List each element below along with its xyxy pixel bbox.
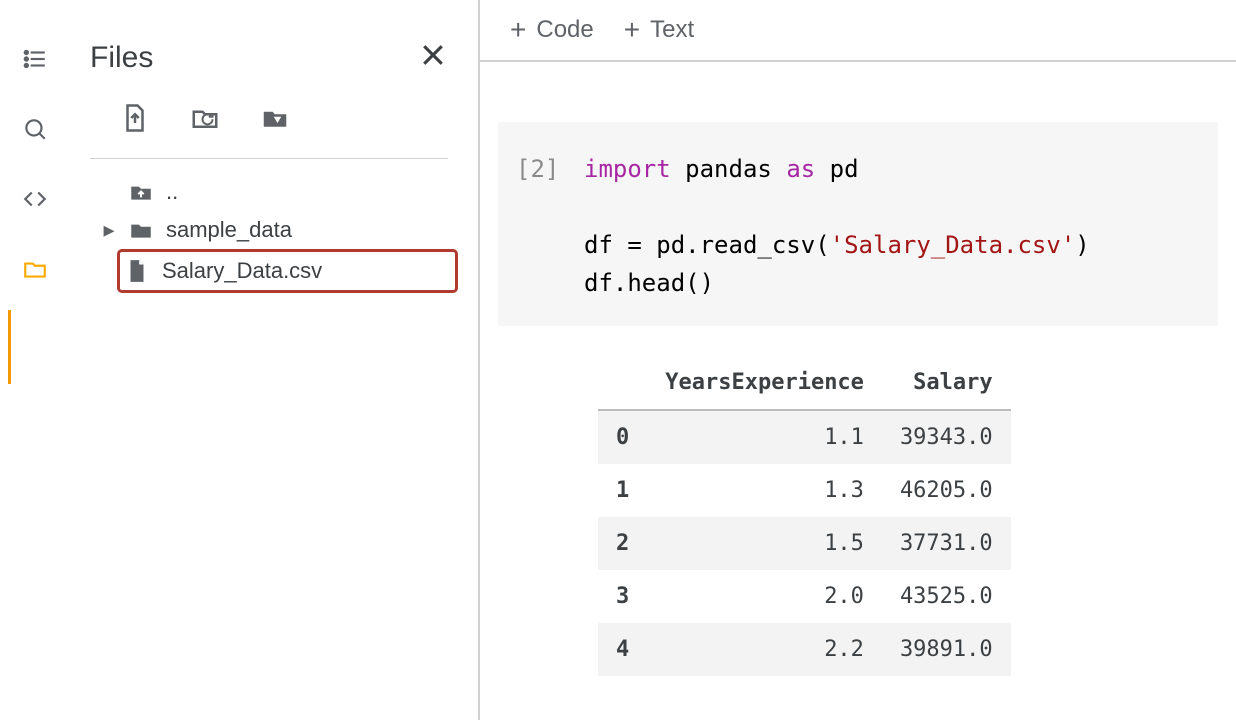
files-toolbar — [90, 103, 448, 159]
cell-value: 39343.0 — [882, 410, 1011, 464]
tree-folder-sample-data[interactable]: ▸ sample_data — [98, 211, 458, 249]
code-content: import pandas as pd df = pd.read_csv('Sa… — [584, 150, 1090, 302]
files-panel-title: Files — [90, 41, 153, 75]
file-icon — [124, 258, 150, 284]
table-row: 4 2.2 39891.0 — [598, 623, 1011, 676]
tree-label: sample_data — [166, 217, 292, 243]
tree-parent-dir[interactable]: .. — [98, 173, 458, 211]
left-rail — [0, 0, 70, 720]
table-header: Salary — [882, 356, 1011, 410]
row-index: 1 — [598, 464, 647, 517]
add-text-cell-button[interactable]: + Text — [624, 14, 694, 46]
tree-label: .. — [166, 179, 178, 205]
file-tree: .. ▸ sample_data Salary_Data.csv — [80, 173, 458, 293]
notebook-main: + Code + Text [2] import pandas as pd df… — [480, 0, 1236, 720]
table-row: 1 1.3 46205.0 — [598, 464, 1011, 517]
cell-value: 2.0 — [647, 570, 882, 623]
insert-toolbar: + Code + Text — [480, 0, 1236, 62]
folder-icon — [128, 217, 154, 243]
table-row: 0 1.1 39343.0 — [598, 410, 1011, 464]
upload-file-icon[interactable] — [120, 103, 150, 138]
toc-icon[interactable] — [20, 44, 50, 74]
button-label: Text — [650, 16, 694, 44]
execution-count: [2] — [516, 150, 566, 302]
code-token: as — [786, 155, 815, 183]
code-token: ) — [1075, 231, 1089, 259]
dataframe-table: YearsExperience Salary 0 1.1 39343.0 1 1… — [598, 356, 1011, 676]
cell-value: 43525.0 — [882, 570, 1011, 623]
cell-value: 1.3 — [647, 464, 882, 517]
code-token: import — [584, 155, 671, 183]
button-label: Code — [536, 16, 593, 44]
code-token: 'Salary_Data.csv' — [830, 231, 1076, 259]
files-panel: Files .. ▸ sample_data Salary_ — [70, 0, 480, 720]
code-token: pd — [830, 155, 859, 183]
code-snippets-icon[interactable] — [20, 184, 50, 214]
cell-value: 37731.0 — [882, 517, 1011, 570]
row-index: 2 — [598, 517, 647, 570]
row-index: 4 — [598, 623, 647, 676]
table-row: 2 1.5 37731.0 — [598, 517, 1011, 570]
add-code-cell-button[interactable]: + Code — [510, 14, 594, 46]
cell-value: 39891.0 — [882, 623, 1011, 676]
caret-right-icon: ▸ — [102, 217, 116, 243]
search-icon[interactable] — [20, 114, 50, 144]
rail-active-indicator — [8, 310, 11, 384]
folder-up-icon — [128, 179, 154, 205]
code-token: pandas — [685, 155, 772, 183]
plus-icon: + — [510, 14, 526, 46]
cell-value: 2.2 — [647, 623, 882, 676]
table-header: YearsExperience — [647, 356, 882, 410]
table-row: 3 2.0 43525.0 — [598, 570, 1011, 623]
code-token: df.head() — [584, 264, 1090, 302]
cell-value: 46205.0 — [882, 464, 1011, 517]
refresh-folder-icon[interactable] — [190, 103, 220, 138]
cell-output: YearsExperience Salary 0 1.1 39343.0 1 1… — [598, 356, 1236, 676]
cell-value: 1.5 — [647, 517, 882, 570]
files-icon[interactable] — [20, 254, 50, 284]
row-index: 3 — [598, 570, 647, 623]
plus-icon: + — [624, 14, 640, 46]
tree-file-salary-data[interactable]: Salary_Data.csv — [117, 249, 458, 293]
row-index: 0 — [598, 410, 647, 464]
mount-drive-icon[interactable] — [260, 103, 290, 138]
tree-label: Salary_Data.csv — [162, 258, 322, 284]
cell-value: 1.1 — [647, 410, 882, 464]
code-cell[interactable]: [2] import pandas as pd df = pd.read_csv… — [498, 122, 1218, 326]
table-header-index — [598, 356, 647, 410]
close-icon[interactable] — [418, 40, 448, 75]
code-token: df = pd.read_csv( — [584, 231, 830, 259]
